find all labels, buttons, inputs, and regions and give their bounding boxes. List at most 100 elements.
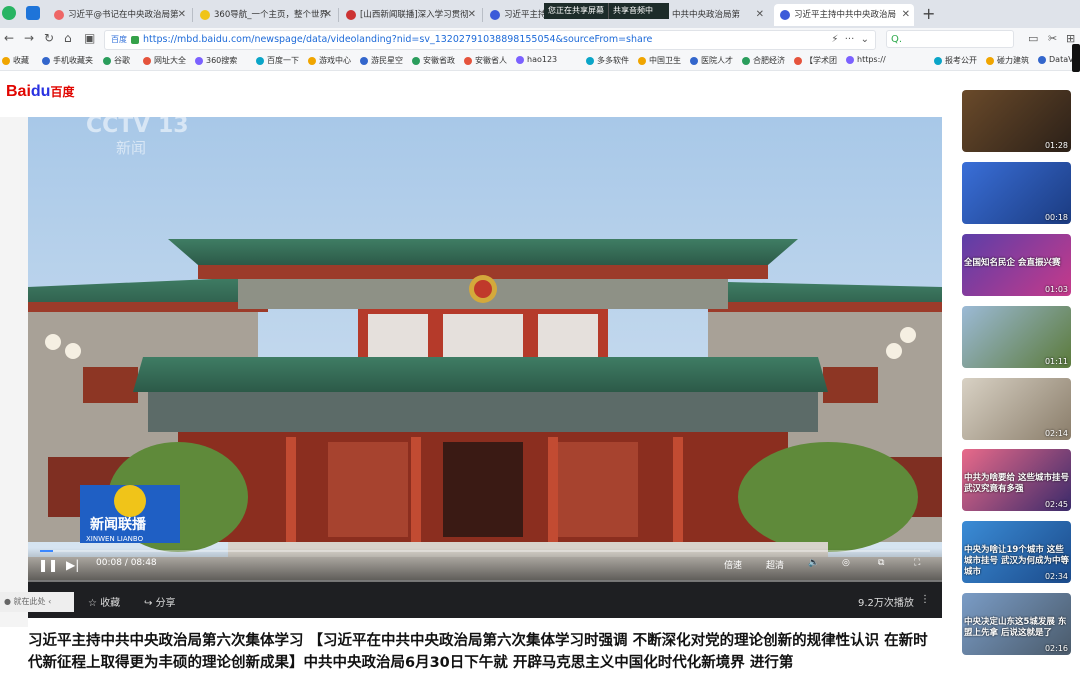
related-video-caption: 中共为啥要给 这些城市挂号 武汉究竟有多强 — [964, 473, 1069, 494]
bookmark-favicon-icon — [143, 56, 151, 65]
next-icon[interactable]: ▶| — [66, 558, 79, 572]
bookmark-favicon-icon — [464, 56, 472, 65]
close-tab-icon: ✕ — [901, 9, 910, 20]
bookmark-favicon-icon — [742, 56, 750, 65]
bookmark-favicon-icon — [794, 56, 802, 65]
bookmark-item[interactable]: 中国卫生 — [638, 55, 681, 66]
lock-icon — [131, 35, 139, 44]
extensions-icon[interactable]: ▣ — [84, 31, 95, 45]
related-video-thumbnail[interactable]: 中央为啥让19个城市 这些城市挂号 武汉为何成为中等城市 02:34 — [962, 521, 1071, 583]
bookmark-item[interactable]: 医院人才 — [690, 55, 733, 66]
speed-button[interactable]: 倍速 — [724, 558, 742, 571]
bookmark-item[interactable]: 网址大全 — [143, 55, 186, 66]
share-screen-status: 您正在共享屏幕 — [544, 3, 609, 19]
related-video-thumbnail[interactable]: 00:18 — [962, 162, 1071, 224]
bookmark-item[interactable]: 百度一下 — [256, 55, 299, 66]
window-icon[interactable]: ▭ — [1028, 32, 1038, 45]
bookmark-item[interactable]: 收藏 — [2, 55, 29, 66]
page-header: Baidu百度 — [0, 71, 1080, 117]
bookmark-item[interactable]: 碰力建筑 — [986, 55, 1029, 66]
bookmark-item[interactable]: 安徽省人 — [464, 55, 507, 66]
screen-share-banner[interactable]: 您正在共享屏幕 共享音频中 — [544, 3, 669, 19]
related-video-thumbnail[interactable]: 01:28 — [962, 90, 1071, 152]
bookmark-item[interactable]: 合肥经济 — [742, 55, 785, 66]
bookmark-item[interactable]: 360搜索 — [195, 55, 237, 66]
bookmark-favicon-icon — [690, 56, 698, 65]
tab-3[interactable]: [山西新闻联播]深入学习贯彻 ✕ — [340, 4, 480, 26]
close-tab-icon: ✕ — [177, 9, 186, 20]
related-video-duration: 02:45 — [1044, 500, 1068, 509]
bookmark-favicon-icon — [638, 56, 646, 65]
video-action-bar: 👍 10 ☆ 收藏 ↪ 分享 9.2万次播放 ⋮ — [28, 582, 942, 618]
scissors-icon[interactable]: ✂ — [1048, 32, 1057, 45]
back-icon[interactable]: ← — [4, 31, 14, 45]
bookmark-favicon-icon — [1038, 55, 1046, 64]
new-tab-button[interactable]: + — [922, 4, 935, 23]
bookmark-item[interactable]: 报考公开 — [934, 55, 977, 66]
floating-tool[interactable]: ● 就在此处 ‹ — [0, 592, 74, 612]
share-audio-status: 共享音频中 — [613, 6, 653, 15]
baidu-logo[interactable]: Baidu百度 — [6, 83, 74, 101]
bookmark-item[interactable]: DataV. — [1038, 55, 1075, 64]
left-gutter — [0, 117, 28, 627]
browser-logo-icon[interactable] — [2, 6, 16, 20]
tab-6-active[interactable]: 习近平主持中共中央政治局 ✕ — [774, 4, 914, 26]
tab-5[interactable]: 中共中央政治局第 ✕ — [672, 4, 768, 26]
bookmark-item[interactable]: hao123 — [516, 55, 557, 64]
related-video-thumbnail[interactable]: 全国知名民企 会直振兴赛 01:03 — [962, 234, 1071, 296]
bookmark-item[interactable]: 【学术团 — [794, 55, 837, 66]
quality-button[interactable]: 超清 — [766, 558, 784, 571]
fullscreen-icon[interactable]: ⛶ — [914, 558, 920, 568]
time-display: 00:08 / 08:48 — [96, 558, 157, 568]
close-tab-icon: ✕ — [467, 9, 476, 20]
reload-icon[interactable]: ↻ — [44, 31, 54, 45]
video-title: 习近平主持中共中央政治局第六次集体学习 【习近平在中共中央政治局第六次集体学习时… — [28, 633, 928, 671]
bookmark-item[interactable]: https:// — [846, 55, 886, 64]
video-player[interactable]: CCTV 13 新闻 新闻联播 XINWEN LIANBO — [28, 117, 942, 580]
program-logo: 新闻联播 — [90, 516, 147, 533]
more-icon[interactable]: ⋮ — [920, 594, 930, 605]
bookmark-favicon-icon — [360, 56, 368, 65]
bookmark-favicon-icon — [2, 56, 10, 65]
view-count: 9.2万次播放 — [858, 598, 914, 609]
bookmark-item[interactable]: 谷歌 — [103, 55, 130, 66]
bookmark-item[interactable]: 手机收藏夹 — [42, 55, 93, 66]
bookmark-item[interactable]: 游民星空 — [360, 55, 403, 66]
progress-bar[interactable] — [40, 550, 930, 552]
related-video-thumbnail[interactable]: 02:14 — [962, 378, 1071, 440]
forward-icon[interactable]: → — [24, 31, 34, 45]
bookmark-item[interactable]: 多多软件 — [586, 55, 629, 66]
side-handle[interactable] — [1072, 44, 1080, 72]
cctv-watermark: CCTV 13 — [86, 117, 189, 138]
related-video-thumbnail[interactable]: 01:11 — [962, 306, 1071, 368]
related-video-caption: 中央决定山东这5城发展 东盟上先拿 后说这就是了 — [964, 617, 1067, 638]
bookmark-favicon-icon — [986, 56, 994, 65]
cctv-watermark-sub: 新闻 — [116, 139, 146, 157]
bookmark-favicon-icon — [586, 56, 594, 65]
related-video-duration: 01:11 — [1044, 357, 1068, 366]
tab-list-icon[interactable] — [26, 6, 40, 20]
bookmark-favicon-icon — [195, 56, 203, 65]
tab-2[interactable]: 360导航_一个主页，整个世界 ✕ — [194, 4, 336, 26]
url-field[interactable]: 百度 https://mbd.baidu.com/newspage/data/vi… — [104, 30, 876, 50]
collect-button[interactable]: ☆ 收藏 — [88, 594, 120, 609]
home-icon[interactable]: ⌂ — [64, 31, 72, 45]
tab-1[interactable]: 习近平@书记在中央政治局第 ✕ — [48, 4, 190, 26]
related-video-caption: 全国知名民企 会直振兴赛 — [964, 258, 1061, 268]
address-actions[interactable]: ⚡ ··· ⌄ — [831, 31, 869, 49]
bookmark-favicon-icon — [934, 56, 942, 65]
address-bar-row: ← → ↻ ⌂ ▣ 百度 https://mbd.baidu.com/newspa… — [0, 28, 1080, 50]
bookmark-favicon-icon — [256, 56, 264, 65]
volume-icon[interactable]: 🔈 — [808, 558, 819, 568]
related-video-thumbnail[interactable]: 中共为啥要给 这些城市挂号 武汉究竟有多强 02:45 — [962, 449, 1071, 511]
bookmark-item[interactable]: 游戏中心 — [308, 55, 351, 66]
share-button[interactable]: ↪ 分享 — [144, 594, 176, 609]
bookmark-item[interactable]: 安徽省政 — [412, 55, 455, 66]
search-input[interactable]: Q. — [886, 30, 1014, 48]
tab-4[interactable]: 习近平主持中 — [484, 4, 546, 26]
settings-icon[interactable]: ◎ — [842, 558, 850, 568]
related-video-thumbnail[interactable]: 中央决定山东这5城发展 东盟上先拿 后说这就是了 02:16 — [962, 593, 1071, 655]
pip-icon[interactable]: ⧉ — [878, 558, 884, 568]
pause-icon[interactable]: ❚❚ — [38, 558, 58, 572]
related-video-duration: 02:16 — [1044, 644, 1068, 653]
